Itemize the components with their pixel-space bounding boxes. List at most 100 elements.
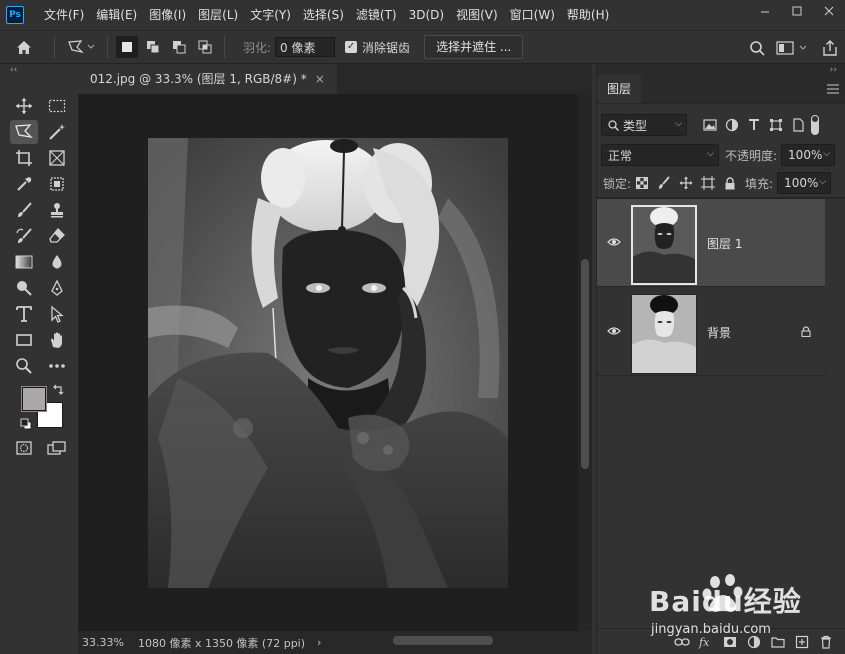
vertical-scroll-thumb[interactable] xyxy=(581,259,589,469)
type-tool[interactable] xyxy=(12,302,36,326)
marquee-tool[interactable] xyxy=(45,94,69,118)
lock-row: 锁定: 填充: 100% ⌵ xyxy=(597,170,845,196)
search-button[interactable] xyxy=(743,31,771,65)
menu-filter[interactable]: 滤镜(T) xyxy=(350,0,403,30)
minimize-button[interactable] xyxy=(749,0,781,22)
menu-edit[interactable]: 编辑(E) xyxy=(90,0,143,30)
filter-pixel-layers-button[interactable] xyxy=(699,114,721,136)
foreground-color-swatch[interactable] xyxy=(21,386,47,412)
close-window-button[interactable] xyxy=(813,0,845,22)
canvas-area[interactable] xyxy=(78,94,578,631)
menu-image[interactable]: 图像(I) xyxy=(143,0,192,30)
new-selection-button[interactable] xyxy=(116,36,138,58)
collapse-arrows-icon[interactable]: ‹‹ xyxy=(0,64,78,76)
lock-transparent-pixels-button[interactable] xyxy=(631,172,653,194)
layer-name[interactable]: 背景 xyxy=(707,324,731,341)
workspace-switcher[interactable] xyxy=(771,31,815,65)
add-to-selection-button[interactable] xyxy=(142,36,164,58)
quick-mask-button[interactable] xyxy=(12,436,36,460)
inverted-portrait-thumbnail xyxy=(633,207,695,283)
edit-toolbar-button[interactable] xyxy=(45,354,69,378)
zoom-tool[interactable] xyxy=(12,354,36,378)
layer-name[interactable]: 图层 1 xyxy=(707,235,742,252)
workspace-icon xyxy=(776,41,807,55)
menu-help[interactable]: 帮助(H) xyxy=(561,0,615,30)
eraser-tool[interactable] xyxy=(45,224,69,248)
spot-healing-tool[interactable] xyxy=(45,172,69,196)
select-and-mask-button[interactable]: 选择并遮住 ... xyxy=(424,35,524,59)
menu-select[interactable]: 选择(S) xyxy=(297,0,350,30)
tool-preset-picker[interactable] xyxy=(61,30,101,64)
link-layers-button[interactable] xyxy=(670,632,694,652)
vertical-scrollbar[interactable] xyxy=(578,94,592,631)
delete-layer-button[interactable] xyxy=(814,632,838,652)
new-group-button[interactable] xyxy=(766,632,790,652)
filter-smart-object-button[interactable] xyxy=(787,114,809,136)
blur-tool[interactable] xyxy=(45,250,69,274)
history-brush-tool[interactable] xyxy=(12,224,36,248)
dodge-tool[interactable] xyxy=(12,276,36,300)
lock-artboard-button[interactable] xyxy=(697,172,719,194)
filter-toggle-switch[interactable] xyxy=(811,115,819,135)
eye-icon[interactable] xyxy=(607,237,621,247)
hand-tool[interactable] xyxy=(45,328,69,352)
filter-shape-layers-button[interactable] xyxy=(765,114,787,136)
horizontal-scroll-thumb[interactable] xyxy=(393,636,493,645)
lock-image-pixels-button[interactable] xyxy=(653,172,675,194)
frame-tool[interactable] xyxy=(45,146,69,170)
menu-layer[interactable]: 图层(L) xyxy=(192,0,244,30)
home-button[interactable] xyxy=(0,30,48,64)
trash-icon xyxy=(821,635,831,649)
zoom-level[interactable]: 33.33% xyxy=(82,636,124,649)
path-selection-tool[interactable] xyxy=(45,302,69,326)
brush-tool[interactable] xyxy=(12,198,36,222)
fill-input[interactable]: 100% ⌵ xyxy=(777,172,832,194)
new-adjustment-layer-button[interactable] xyxy=(742,632,766,652)
menu-bar: Ps 文件(F) 编辑(E) 图像(I) 图层(L) 文字(Y) 选择(S) 滤… xyxy=(0,0,845,30)
layer-row-background[interactable]: 背景 xyxy=(597,288,825,376)
subtract-from-selection-button[interactable] xyxy=(168,36,190,58)
lasso-tool[interactable] xyxy=(10,120,38,144)
panel-menu-icon[interactable] xyxy=(827,83,839,97)
menu-window[interactable]: 窗口(W) xyxy=(504,0,561,30)
menu-type[interactable]: 文字(Y) xyxy=(244,0,297,30)
feather-input[interactable] xyxy=(275,37,336,57)
menu-3d[interactable]: 3D(D) xyxy=(403,0,450,30)
filter-kind-dropdown[interactable]: 类型 ⌵ xyxy=(601,114,687,136)
menu-view[interactable]: 视图(V) xyxy=(450,0,504,30)
default-colors-button[interactable] xyxy=(20,418,32,433)
rectangle-tool[interactable] xyxy=(12,328,36,352)
move-tool[interactable] xyxy=(12,94,36,118)
clone-stamp-tool[interactable] xyxy=(45,198,69,222)
chevron-down-icon: ⌵ xyxy=(819,177,827,187)
magic-wand-tool[interactable] xyxy=(45,120,69,144)
document-tab-bar: 012.jpg @ 33.3% (图层 1, RGB/8#) * × xyxy=(78,64,592,94)
lock-position-button[interactable] xyxy=(675,172,697,194)
close-tab-icon[interactable]: × xyxy=(315,72,325,86)
layer-row-1[interactable]: 图层 1 xyxy=(597,199,825,287)
menu-file[interactable]: 文件(F) xyxy=(38,0,90,30)
blend-mode-dropdown[interactable]: 正常 ⌵ xyxy=(601,144,719,166)
opacity-input[interactable]: 100% ⌵ xyxy=(781,144,836,166)
pen-tool[interactable] xyxy=(45,276,69,300)
tab-layers[interactable]: 图层 xyxy=(597,75,642,103)
subtract-selection-icon xyxy=(173,41,186,54)
status-menu-arrow[interactable]: › xyxy=(317,636,321,649)
screen-mode-button[interactable] xyxy=(45,436,69,460)
filter-adjustment-layers-button[interactable] xyxy=(721,114,743,136)
swap-colors-button[interactable] xyxy=(52,384,64,399)
maximize-button[interactable] xyxy=(781,0,813,22)
filter-type-layers-button[interactable] xyxy=(743,114,765,136)
eye-icon[interactable] xyxy=(607,326,621,336)
new-layer-button[interactable] xyxy=(790,632,814,652)
lock-all-button[interactable] xyxy=(719,172,741,194)
document-tab[interactable]: 012.jpg @ 33.3% (图层 1, RGB/8#) * × xyxy=(78,64,337,94)
gradient-tool[interactable] xyxy=(12,250,36,274)
antialias-checkbox[interactable]: ✓ xyxy=(345,41,358,53)
add-layer-style-button[interactable]: fx xyxy=(694,632,718,652)
intersect-selection-button[interactable] xyxy=(194,36,216,58)
eyedropper-tool[interactable] xyxy=(12,172,36,196)
crop-tool[interactable] xyxy=(12,146,36,170)
add-mask-button[interactable] xyxy=(718,632,742,652)
share-button[interactable] xyxy=(815,31,845,65)
